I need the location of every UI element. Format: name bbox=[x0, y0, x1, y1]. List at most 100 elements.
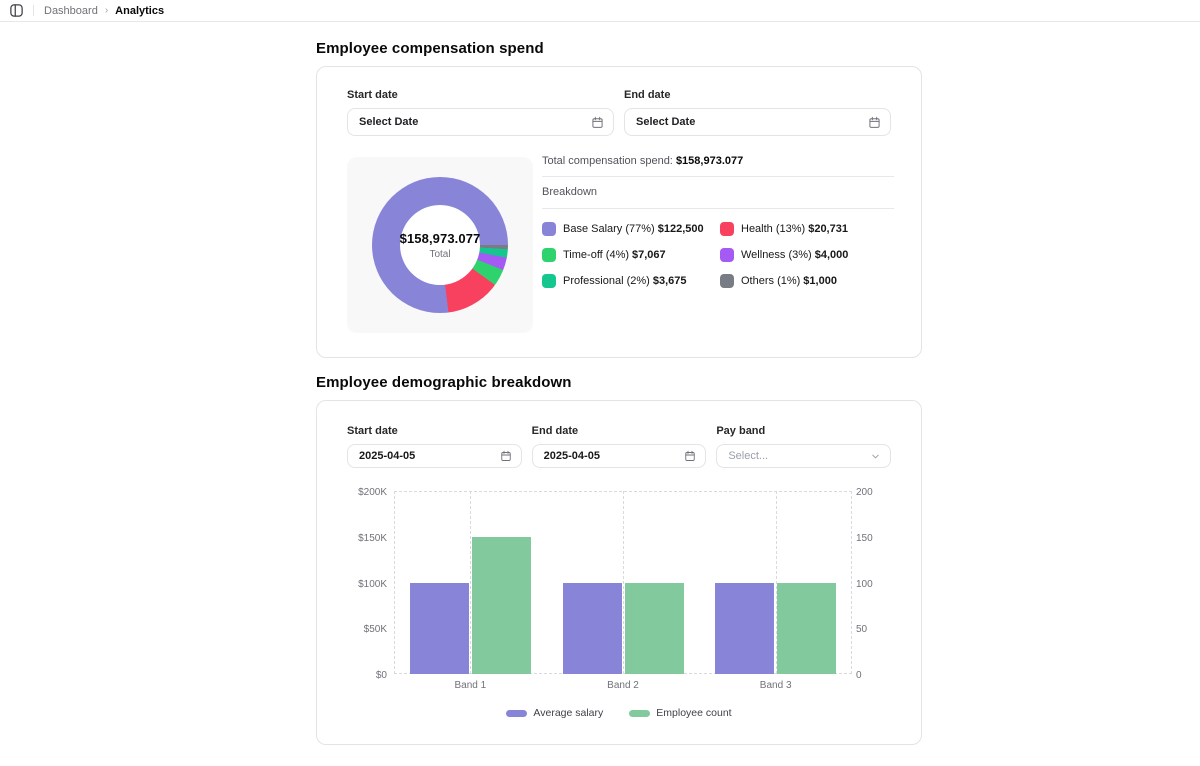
legend-amount: $7,067 bbox=[632, 249, 666, 261]
legend-amount: $3,675 bbox=[653, 275, 687, 287]
start-date-input-wrap bbox=[347, 108, 614, 136]
legend-swatch bbox=[542, 274, 556, 288]
gridline-horizontal bbox=[394, 491, 852, 492]
chevron-down-icon bbox=[870, 451, 881, 462]
end-date-field: End date bbox=[624, 89, 891, 136]
end-date-input-wrap bbox=[532, 444, 707, 468]
start-date-field: Start date bbox=[347, 425, 522, 468]
pay-band-label: Pay band bbox=[716, 425, 891, 437]
breakdown-label: Breakdown bbox=[542, 177, 894, 209]
panel-left-icon bbox=[9, 3, 24, 18]
donut-legend-item: Wellness (3%)$4,000 bbox=[720, 248, 894, 262]
end-date-label: End date bbox=[532, 425, 707, 437]
legend-swatch bbox=[720, 222, 734, 236]
bar-employee-count-band-1 bbox=[472, 537, 531, 674]
bar-chart-plot bbox=[394, 491, 852, 674]
calendar-icon[interactable] bbox=[868, 116, 881, 129]
breadcrumb-current: Analytics bbox=[115, 5, 164, 17]
topbar-separator bbox=[33, 5, 34, 16]
axis-tick-label: $50K bbox=[364, 624, 387, 635]
start-date-input-wrap bbox=[347, 444, 522, 468]
donut-total-caption: Total bbox=[429, 249, 450, 260]
chevron-right-icon: › bbox=[105, 6, 108, 16]
calendar-icon[interactable] bbox=[684, 450, 696, 462]
donut-chart: $158,973.077 Total bbox=[372, 177, 508, 313]
topbar: Dashboard › Analytics bbox=[0, 0, 1200, 22]
legend-amount: $1,000 bbox=[803, 275, 837, 287]
compensation-summary-panel: Total compensation spend: $158,973.077 B… bbox=[542, 152, 894, 288]
end-date-input[interactable] bbox=[625, 116, 868, 128]
compensation-date-fields: Start date End date bbox=[347, 89, 891, 136]
donut-total-value: $158,973.077 bbox=[400, 231, 481, 246]
breadcrumb-dashboard-link[interactable]: Dashboard bbox=[44, 5, 98, 17]
legend-amount: $4,000 bbox=[815, 249, 849, 261]
legend-swatch bbox=[506, 710, 527, 717]
legend-amount: $20,731 bbox=[808, 223, 848, 235]
donut-legend-item: Professional (2%)$3,675 bbox=[542, 274, 720, 288]
x-axis-label: Band 3 bbox=[760, 680, 792, 691]
axis-tick-label: $100K bbox=[358, 579, 387, 590]
legend-label: Time-off (4%) bbox=[563, 249, 629, 261]
breadcrumb: Dashboard › Analytics bbox=[44, 5, 164, 17]
start-date-input[interactable] bbox=[348, 116, 591, 128]
calendar-icon[interactable] bbox=[500, 450, 512, 462]
legend-swatch bbox=[629, 710, 650, 717]
bar-average-salary-band-2 bbox=[563, 583, 622, 675]
pay-band-select[interactable] bbox=[716, 444, 891, 468]
total-compensation-value: $158,973.077 bbox=[676, 155, 743, 167]
pay-band-select-value[interactable] bbox=[717, 450, 870, 462]
end-date-field: End date bbox=[532, 425, 707, 468]
end-date-input[interactable] bbox=[533, 450, 685, 462]
legend-swatch bbox=[542, 222, 556, 236]
start-date-field: Start date bbox=[347, 89, 614, 136]
total-compensation-label: Total compensation spend: bbox=[542, 155, 673, 167]
calendar-icon[interactable] bbox=[591, 116, 604, 129]
page: Dashboard › Analytics Employee compensat… bbox=[0, 0, 1200, 766]
x-axis-label: Band 1 bbox=[454, 680, 486, 691]
legend-swatch bbox=[720, 248, 734, 262]
bar-legend-item: Employee count bbox=[629, 707, 731, 719]
bar-chart-x-axis: Band 1 Band 2 Band 3 bbox=[394, 680, 852, 692]
legend-label: Professional (2%) bbox=[563, 275, 650, 287]
axis-tick-label: 200 bbox=[856, 487, 873, 498]
legend-amount: $122,500 bbox=[658, 223, 704, 235]
legend-label: Others (1%) bbox=[741, 275, 800, 287]
legend-label: Health (13%) bbox=[741, 223, 805, 235]
donut-legend-item: Base Salary (77%)$122,500 bbox=[542, 222, 720, 236]
legend-label: Base Salary (77%) bbox=[563, 223, 655, 235]
total-compensation-row: Total compensation spend: $158,973.077 bbox=[542, 152, 894, 177]
end-date-input-wrap bbox=[624, 108, 891, 136]
legend-label: Average salary bbox=[533, 707, 603, 719]
sidebar-toggle-button[interactable] bbox=[8, 3, 24, 19]
legend-swatch bbox=[542, 248, 556, 262]
bar-chart-legend: Average salary Employee count bbox=[317, 707, 921, 719]
bar-average-salary-band-1 bbox=[410, 583, 469, 675]
axis-tick-label: $200K bbox=[358, 487, 387, 498]
demographic-card: Start date End date bbox=[316, 400, 922, 745]
donut-legend-item: Others (1%)$1,000 bbox=[720, 274, 894, 288]
pay-band-field: Pay band bbox=[716, 425, 891, 468]
gridline-vertical bbox=[394, 491, 395, 674]
axis-tick-label: $150K bbox=[358, 533, 387, 544]
axis-tick-label: 0 bbox=[856, 670, 862, 681]
section-title-demographic: Employee demographic breakdown bbox=[316, 374, 572, 391]
start-date-label: Start date bbox=[347, 425, 522, 437]
donut-chart-card: $158,973.077 Total bbox=[347, 157, 533, 333]
start-date-input[interactable] bbox=[348, 450, 500, 462]
donut-legend-item: Health (13%)$20,731 bbox=[720, 222, 894, 236]
compensation-card: Start date End date bbox=[316, 66, 922, 358]
bar-average-salary-band-3 bbox=[715, 583, 774, 675]
axis-tick-label: 150 bbox=[856, 533, 873, 544]
bar-employee-count-band-2 bbox=[625, 583, 684, 675]
demographic-filter-fields: Start date End date bbox=[347, 425, 891, 468]
bar-legend-item: Average salary bbox=[506, 707, 603, 719]
bar-employee-count-band-3 bbox=[777, 583, 836, 675]
section-title-compensation: Employee compensation spend bbox=[316, 40, 544, 57]
donut-center: $158,973.077 Total bbox=[400, 205, 480, 285]
legend-label: Employee count bbox=[656, 707, 731, 719]
axis-tick-label: $0 bbox=[376, 670, 387, 681]
bar-chart-left-axis: $200K$150K$100K$50K$0 bbox=[317, 491, 387, 674]
donut-legend-item: Time-off (4%)$7,067 bbox=[542, 248, 720, 262]
x-axis-label: Band 2 bbox=[607, 680, 639, 691]
start-date-label: Start date bbox=[347, 89, 614, 101]
